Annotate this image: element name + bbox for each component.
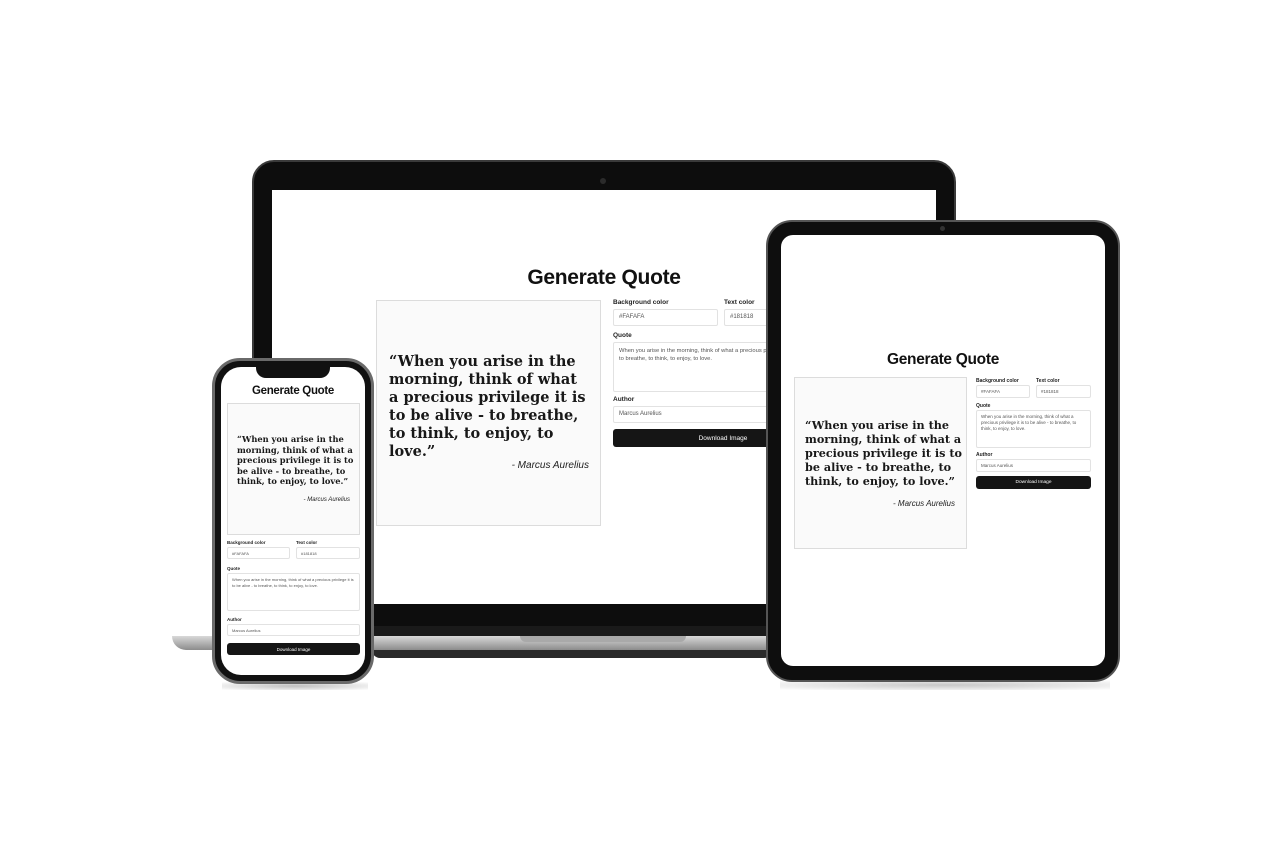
background-color-label: Background color bbox=[613, 299, 669, 306]
text-color-input[interactable]: #181818 bbox=[1036, 385, 1091, 398]
quote-label: Quote bbox=[613, 332, 632, 339]
download-image-button[interactable]: Download Image bbox=[227, 643, 360, 655]
text-color-input[interactable]: #181818 bbox=[296, 547, 360, 559]
quote-textarea[interactable]: When you arise in the morning, think of … bbox=[976, 410, 1091, 448]
quote-preview-author: - Marcus Aurelius bbox=[511, 460, 589, 471]
quote-preview-text: “When you arise in the morning, think of… bbox=[389, 353, 586, 460]
author-label: Author bbox=[976, 452, 993, 458]
tablet-camera bbox=[940, 226, 945, 231]
text-color-label: Text color bbox=[724, 299, 755, 306]
background-color-input[interactable]: #FAFAFA bbox=[613, 309, 718, 326]
text-color-label: Text color bbox=[1036, 378, 1060, 384]
quote-preview-card: “When you arise in the morning, think of… bbox=[227, 403, 360, 535]
author-label: Author bbox=[227, 617, 242, 622]
quote-textarea[interactable]: When you arise in the morning, think of … bbox=[227, 573, 360, 611]
laptop-foot bbox=[372, 650, 772, 658]
quote-preview-author: - Marcus Aurelius bbox=[303, 497, 350, 503]
quote-preview-card: “When you arise in the morning, think of… bbox=[376, 300, 601, 526]
quote-preview-text: “When you arise in the morning, think of… bbox=[237, 434, 354, 486]
tablet-screen: Generate Quote “When you arise in the mo… bbox=[781, 235, 1105, 666]
author-label: Author bbox=[613, 396, 635, 403]
quote-preview-author: - Marcus Aurelius bbox=[893, 499, 955, 508]
background-color-label: Background color bbox=[976, 378, 1019, 384]
author-input[interactable]: Marcus Aurelius bbox=[227, 624, 360, 636]
phone-screen: Generate Quote “When you arise in the mo… bbox=[221, 367, 365, 675]
quote-preview-card: “When you arise in the morning, think of… bbox=[794, 377, 967, 549]
laptop-notch bbox=[520, 636, 686, 642]
laptop-camera bbox=[600, 178, 606, 184]
author-input[interactable]: Marcus Aurelius bbox=[976, 459, 1091, 472]
quote-label: Quote bbox=[976, 403, 991, 409]
quote-preview-text: “When you arise in the morning, think of… bbox=[805, 418, 962, 488]
background-color-label: Background color bbox=[227, 540, 266, 545]
background-color-input[interactable]: #FAFAFA bbox=[227, 547, 290, 559]
text-color-label: Text color bbox=[296, 540, 318, 545]
page-title: Generate Quote bbox=[251, 385, 335, 397]
page-title: Generate Quote bbox=[886, 351, 1000, 368]
phone-notch bbox=[256, 366, 330, 378]
quote-label: Quote bbox=[227, 566, 240, 571]
background-color-input[interactable]: #FAFAFA bbox=[976, 385, 1030, 398]
download-image-button[interactable]: Download Image bbox=[976, 476, 1091, 489]
